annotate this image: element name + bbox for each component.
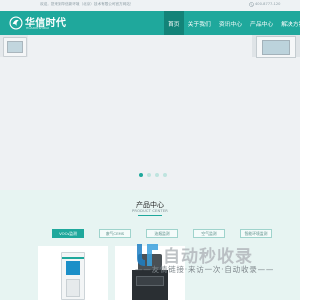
nav-products[interactable]: 产品中心 (246, 11, 277, 35)
product-card[interactable] (38, 246, 108, 300)
hero-banner[interactable] (0, 35, 300, 190)
cabinet-panel (66, 279, 80, 297)
tab-fume[interactable]: 油烟监测 (146, 229, 178, 238)
section-divider (138, 215, 162, 216)
cabinet-stripe (62, 257, 84, 259)
carousel-dot[interactable] (147, 173, 151, 177)
cabinet-window (7, 41, 23, 53)
hotline-number: 400-8777-120 (255, 2, 281, 6)
nav-solutions[interactable]: 解决方案 (277, 11, 308, 35)
logo-mark-icon (9, 16, 23, 30)
cabinet-image (256, 36, 296, 58)
nav-news[interactable]: 资讯中心 (215, 11, 246, 35)
banner-product-image-right (252, 35, 300, 58)
watermark-tagline: ——友情链接·来访一次·自动收录—— (135, 265, 275, 274)
phone-icon (249, 2, 254, 7)
watermark: 自动秒收录 ——友情链接·来访一次·自动收录—— (131, 238, 291, 278)
cabinet-screen (66, 261, 80, 275)
tab-air[interactable]: 空气监测 (193, 229, 225, 238)
product-tabs: VOCs监测 废气CEMS 油烟监测 空气监测 智能环境监测 (52, 229, 272, 238)
analyzer-cabinet-image (61, 252, 85, 300)
carousel-dot[interactable] (139, 173, 143, 177)
cabinet-image (3, 37, 27, 57)
nav-home[interactable]: 首页 (164, 11, 184, 35)
tab-smart[interactable]: 智能环境监测 (240, 229, 272, 238)
carousel-dots (139, 173, 167, 177)
nav-about[interactable]: 关于我们 (184, 11, 215, 35)
carousel-dot[interactable] (163, 173, 167, 177)
cabinet-window (262, 40, 290, 55)
banner-product-image-left (0, 35, 28, 57)
welcome-text: 欢迎，您来到华信新环境（北京）技术有限公司官方网站！ (40, 2, 134, 6)
tab-cems[interactable]: 废气CEMS (99, 229, 131, 238)
section-subtitle: PRODUCT CENTER (132, 209, 168, 213)
logo-subtext: HUAXIN SHIDAI (26, 26, 49, 30)
site-logo[interactable]: 华信时代 HUAXIN SHIDAI (9, 14, 67, 32)
tab-vocs[interactable]: VOCs监测 (52, 229, 84, 238)
main-nav: 首页 关于我们 资讯中心 产品中心 解决方案 (164, 11, 308, 35)
carousel-dot[interactable] (155, 173, 159, 177)
